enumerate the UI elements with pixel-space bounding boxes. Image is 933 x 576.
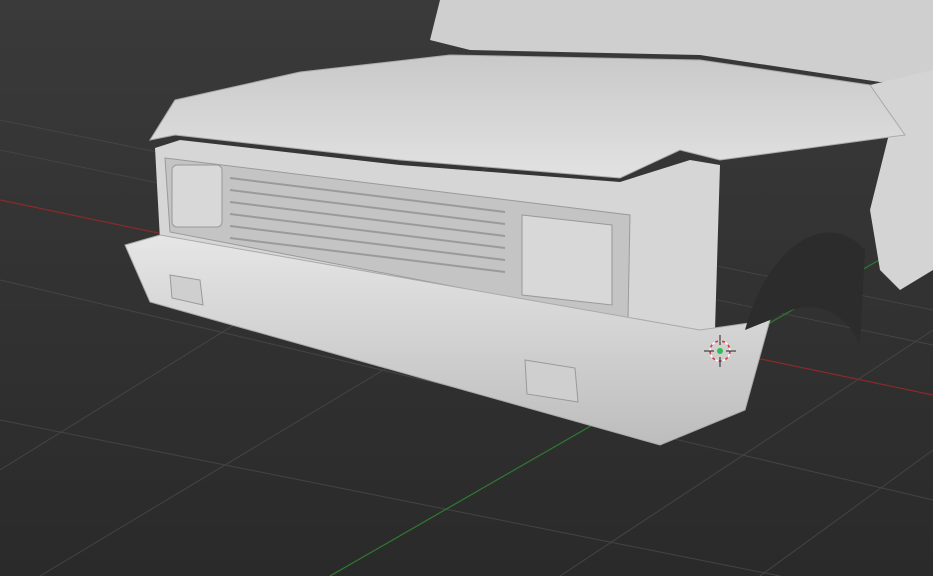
3d-viewport[interactable]: [0, 0, 933, 576]
left-headlight: [171, 164, 223, 228]
right-headlight: [521, 214, 613, 306]
viewport-canvas[interactable]: [0, 0, 933, 576]
